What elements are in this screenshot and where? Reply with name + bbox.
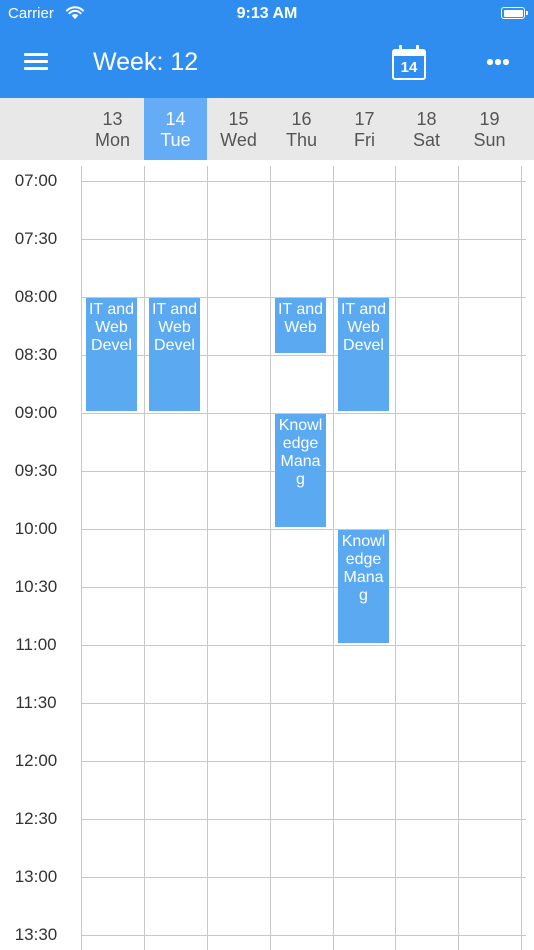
day-column-wed[interactable]: 15 Wed <box>207 98 270 160</box>
more-horizontal-icon <box>487 59 493 65</box>
grid-row-line <box>81 355 526 356</box>
grid-row-line <box>81 703 526 704</box>
today-button[interactable]: 14 <box>390 44 428 82</box>
more-button[interactable] <box>484 56 512 68</box>
page-title: Week: 12 <box>93 48 199 76</box>
schedule-grid: 07:00 07:30 08:00 08:30 09:00 09:30 10:00 10:30… <box>0 160 534 950</box>
grid-row-line <box>81 239 526 240</box>
grid-row-line <box>81 819 526 820</box>
day-name: Tue <box>160 130 191 150</box>
calendar-event[interactable]: Knowledge Manag <box>338 530 389 643</box>
grid-column-line <box>270 166 271 950</box>
time-label: 09:00 <box>14 403 58 422</box>
grid-row-line <box>81 529 526 530</box>
time-label: 07:30 <box>14 229 58 248</box>
time-label: 08:00 <box>14 287 58 306</box>
day-number: 13 <box>102 109 123 129</box>
grid-column-line <box>333 166 334 950</box>
menu-button[interactable] <box>24 50 50 74</box>
time-label: 10:30 <box>14 577 58 596</box>
time-label: 07:00 <box>14 171 58 190</box>
hamburger-icon <box>24 53 48 56</box>
day-column-sat[interactable]: 18 Sat <box>395 98 458 160</box>
week-day-header: 13 Mon 14 Tue 15 Wed 16 Thu 17 Fri 18 Sat 19 Sun <box>0 98 534 160</box>
grid-column-line <box>521 166 522 950</box>
time-label: 11:30 <box>15 693 57 712</box>
status-time: 9:13 AM <box>236 5 298 22</box>
time-label: 13:00 <box>14 867 58 886</box>
calendar-event[interactable]: IT and Web Devel <box>338 298 389 411</box>
day-number: 14 <box>165 109 186 129</box>
day-name: Fri <box>354 130 375 150</box>
app-toolbar: Carrier 9:13 AM Week: 12 14 <box>0 0 534 98</box>
calendar-event[interactable]: IT and Web <box>275 298 326 353</box>
day-name: Thu <box>285 130 318 150</box>
time-label: 11:00 <box>15 635 57 654</box>
calendar-event[interactable]: Knowledge Manag <box>275 414 326 527</box>
day-number: 18 <box>416 109 437 129</box>
time-label: 09:30 <box>14 461 58 480</box>
day-column-tue[interactable]: 14 Tue <box>144 98 207 160</box>
day-number: 16 <box>291 109 312 129</box>
calendar-day-number: 14 <box>400 59 418 76</box>
day-number: 15 <box>228 109 249 129</box>
grid-row-line <box>81 877 526 878</box>
grid-column-line <box>81 166 82 950</box>
grid-column-line <box>144 166 145 950</box>
time-label: 13:30 <box>14 925 58 944</box>
grid-row-line <box>81 181 526 182</box>
calendar-event[interactable]: IT and Web Devel <box>149 298 200 411</box>
time-label: 12:00 <box>14 751 58 770</box>
day-name: Sat <box>412 130 441 150</box>
grid-column-line <box>395 166 396 950</box>
time-label: 12:30 <box>14 809 58 828</box>
day-number: 17 <box>354 109 375 129</box>
battery-icon <box>501 7 528 19</box>
grid-row-line <box>81 761 526 762</box>
grid-column-line <box>207 166 208 950</box>
day-name: Wed <box>220 130 257 150</box>
day-number: 19 <box>479 109 500 129</box>
grid-row-line <box>81 587 526 588</box>
calendar-event[interactable]: IT and Web Devel <box>86 298 137 411</box>
day-name: Mon <box>94 130 130 150</box>
day-column-thu[interactable]: 16 Thu <box>270 98 333 160</box>
day-column-sun[interactable]: 19 Sun <box>458 98 521 160</box>
grid-row-line <box>81 645 526 646</box>
time-label: 08:30 <box>14 345 58 364</box>
grid-column-line <box>458 166 459 950</box>
day-column-mon[interactable]: 13 Mon <box>81 98 144 160</box>
day-column-fri[interactable]: 17 Fri <box>333 98 396 160</box>
grid-row-line <box>81 935 526 936</box>
time-label: 10:00 <box>14 519 58 538</box>
day-name: Sun <box>473 130 506 150</box>
status-bar: Carrier 9:13 AM <box>0 0 534 28</box>
